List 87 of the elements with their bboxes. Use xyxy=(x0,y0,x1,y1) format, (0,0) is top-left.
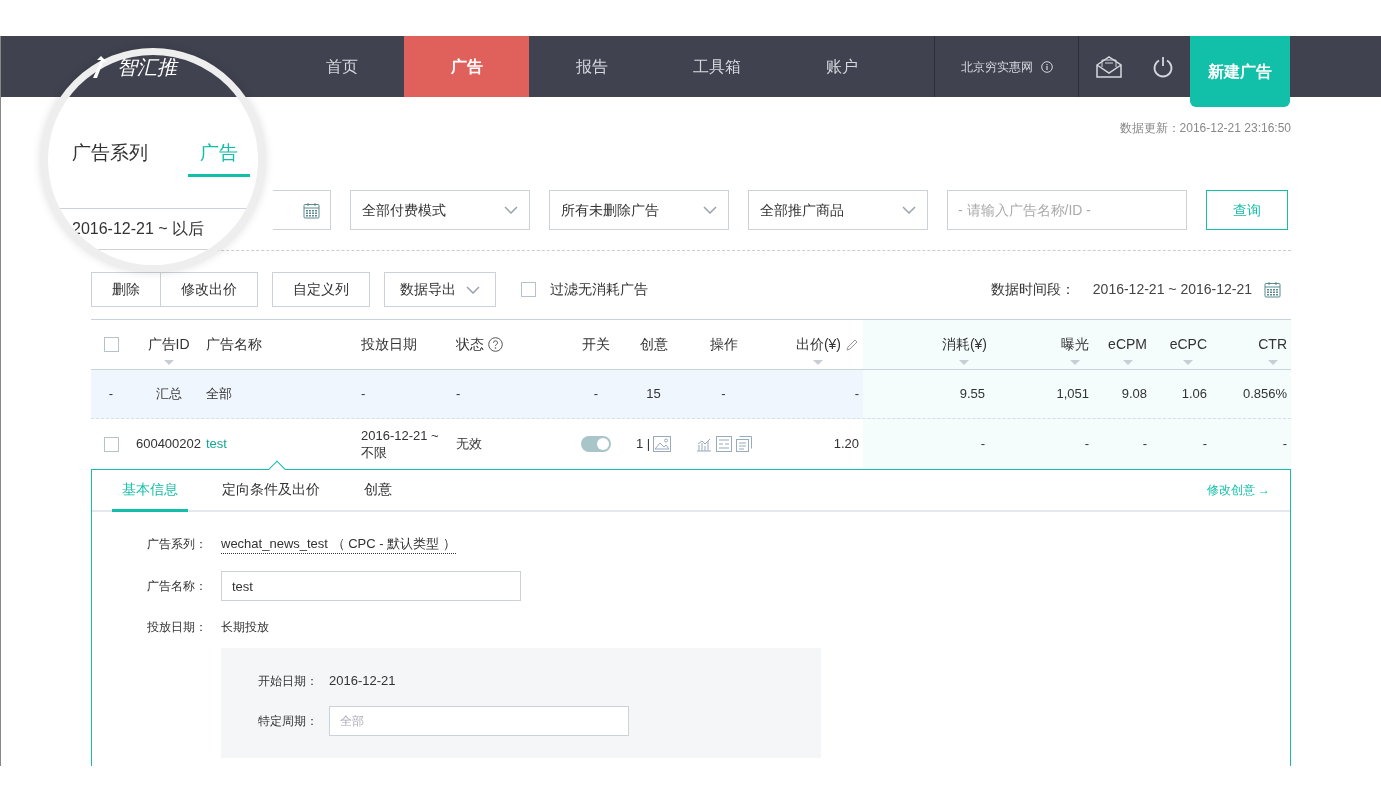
column-header: 开关 xyxy=(582,335,610,354)
field-label: 广告系列： xyxy=(147,536,208,553)
nav-tab[interactable]: 工具箱 xyxy=(654,36,779,97)
field-label: 开始日期： xyxy=(258,672,319,690)
table-cell-text: 1.20 xyxy=(833,435,859,454)
chevron-down-icon xyxy=(504,206,518,214)
field-value: 2016-12-21 xyxy=(329,672,396,690)
toolbar-button[interactable]: 修改出价 xyxy=(161,272,258,307)
column-header: 创意 xyxy=(639,335,668,354)
toolbar-button[interactable]: 删除 xyxy=(91,272,161,307)
column-header: 状态 xyxy=(456,335,484,354)
calendar-icon[interactable] xyxy=(1264,281,1281,298)
table-cell-text: 9.55 xyxy=(959,385,985,404)
date-range-field[interactable] xyxy=(273,190,331,230)
period-label: 数据时间段： xyxy=(990,280,1075,299)
table-cell-text: - xyxy=(361,385,366,404)
field-label: 广告名称： xyxy=(147,578,208,595)
filter-select[interactable]: 所有未删除广告 xyxy=(549,190,729,230)
table-cell-text: - xyxy=(980,435,985,454)
checkbox-label: 过滤无消耗广告 xyxy=(550,280,648,299)
nav-tab[interactable]: 广告 xyxy=(404,36,529,97)
table-cell-text: - xyxy=(456,385,461,404)
toolbar-button[interactable]: 自定义列 xyxy=(272,272,370,307)
logo-text: 智汇推 xyxy=(117,54,177,80)
field-label: 特定周期： xyxy=(258,712,319,730)
detail-tab[interactable]: 定向条件及出价 xyxy=(212,470,330,512)
export-button[interactable]: 数据导出 xyxy=(384,272,496,307)
checkbox[interactable] xyxy=(521,282,536,297)
filter-select[interactable]: 全部推广商品 xyxy=(748,190,928,230)
layout-icon[interactable] xyxy=(715,436,732,452)
table-cell-text: - xyxy=(1202,435,1207,454)
table-cell-text: 9.08 xyxy=(1121,385,1147,404)
table-cell-text: - xyxy=(108,385,114,404)
chart-icon[interactable] xyxy=(695,436,712,452)
table-cell-text: 0.856% xyxy=(1242,385,1287,404)
update-time: 数据更新：2016-12-21 23:16:50 xyxy=(1119,120,1291,137)
chevron-down-icon xyxy=(703,206,717,214)
creative-count: 1 | xyxy=(635,435,651,454)
pencil-icon[interactable] xyxy=(845,337,859,352)
logo-icon xyxy=(91,55,109,78)
table-cell-text: 15 xyxy=(646,385,661,404)
table-cell-text: - xyxy=(1282,435,1287,454)
period-field[interactable]: 全部 xyxy=(329,705,629,736)
power-icon[interactable] xyxy=(1151,55,1174,78)
column-header[interactable]: 曝光 xyxy=(1061,334,1089,367)
field-value: 长期投放 xyxy=(221,619,269,636)
chevron-down-icon xyxy=(902,206,916,214)
detail-tab[interactable]: 创意 xyxy=(354,470,402,512)
table-cell-text: 全部 xyxy=(206,385,232,404)
table-cell-text: - xyxy=(593,385,599,404)
calendar-icon[interactable] xyxy=(303,201,320,219)
series-link[interactable]: wechat_news_test （ CPC - 默认类型 ） xyxy=(221,533,456,555)
filter-select[interactable]: 全部付费模式 xyxy=(350,190,530,230)
column-header: 操作 xyxy=(709,335,738,354)
column-header: 投放日期 xyxy=(361,335,417,354)
table-cell-text: - xyxy=(1142,435,1147,454)
table-cell-text: 1,051 xyxy=(1056,385,1089,404)
search-field[interactable]: - 请输入广告名称/ID - xyxy=(947,190,1187,230)
loupe-tab[interactable]: 广告系列 xyxy=(60,138,160,177)
table-cell-text: - xyxy=(721,385,726,404)
checkbox[interactable] xyxy=(103,436,119,452)
table-cell-text: 汇总 xyxy=(155,385,182,404)
ad-name-input[interactable]: test xyxy=(221,571,521,601)
chevron-down-icon xyxy=(466,285,480,294)
field-label: 投放日期： xyxy=(147,619,208,636)
loupe-date-value: 2016-12-21 ~ 以后 xyxy=(71,219,205,239)
table-cell-text: - xyxy=(854,385,859,404)
mail-icon[interactable] xyxy=(1095,55,1122,78)
info-icon xyxy=(1040,60,1053,73)
column-header[interactable]: 出价(¥) xyxy=(795,334,841,367)
copy-icon[interactable] xyxy=(735,436,752,452)
nav-tab[interactable]: 首页 xyxy=(279,36,404,97)
table-cell-text: 无效 xyxy=(456,435,482,454)
table-cell-text: 2016-12-21 ~ 不限 xyxy=(361,427,440,461)
column-header: 广告名称 xyxy=(206,335,262,354)
toggle-switch[interactable] xyxy=(581,436,611,452)
column-header[interactable]: 广告ID xyxy=(147,334,190,367)
nav-tab[interactable]: 账户 xyxy=(779,36,904,97)
table-cell-text: - xyxy=(1084,435,1089,454)
nav-tab[interactable]: 报告 xyxy=(529,36,654,97)
help-icon[interactable] xyxy=(488,337,503,352)
table-cell-text: 1.06 xyxy=(1181,385,1207,404)
table-cell-text: 600400202 xyxy=(135,435,202,454)
image-icon[interactable] xyxy=(653,436,672,452)
period-value: 2016-12-21 ~ 2016-12-21 xyxy=(1092,280,1252,299)
account-menu[interactable]: 北京穷实惠网 xyxy=(934,36,1079,97)
checkbox[interactable] xyxy=(103,337,119,352)
